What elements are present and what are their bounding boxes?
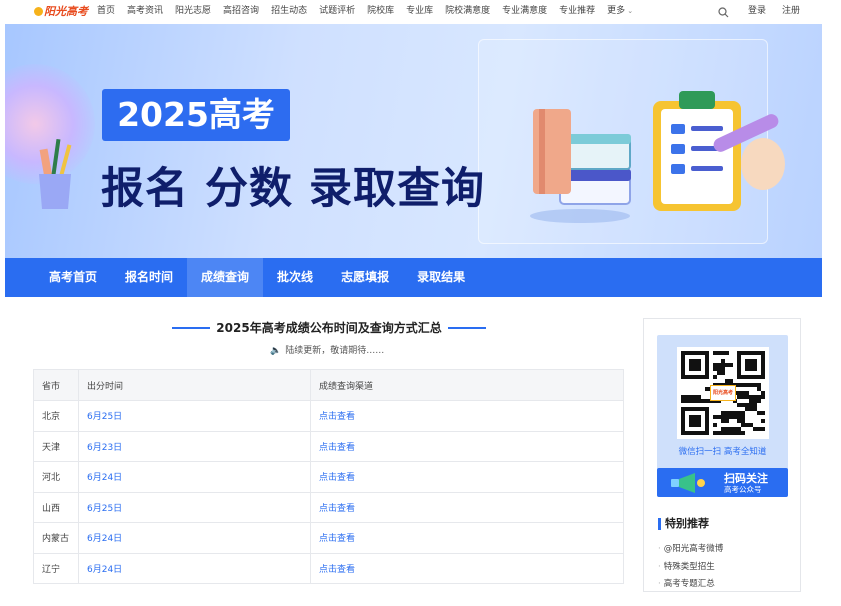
sidebar: 阳光高考 微信扫一扫 高考全知道 扫码关注 高考公众号 特别推荐 · @阳光高考微…	[643, 318, 801, 592]
sub-navigation: 高考首页 报名时间 成绩查询 批次线 志愿填报 录取结果	[5, 258, 822, 297]
year-label: 2025高考	[102, 89, 290, 141]
recommend-item[interactable]: · @阳光高考微博	[658, 541, 723, 559]
tab-admission-result[interactable]: 录取结果	[403, 258, 479, 297]
nav-item-admission-news[interactable]: 招生动态	[271, 3, 307, 16]
recommend-item[interactable]: · 特殊类型招生	[658, 559, 723, 577]
view-link[interactable]: 点击查看	[310, 522, 624, 554]
speaker-icon: 🔈	[270, 346, 282, 356]
tab-gaokao-home[interactable]: 高考首页	[35, 258, 111, 297]
table-row: 内蒙古 6月24日 点击查看	[33, 522, 624, 554]
top-navigation: 阳光高考 首页 高考资讯 阳光志愿 高招咨询 招生动态 试题评析 院校库 专业库…	[0, 0, 841, 22]
nav-item-news[interactable]: 高考资讯	[127, 3, 163, 16]
bullet-icon: ·	[658, 544, 661, 554]
table-row: 山西 6月25日 点击查看	[33, 491, 624, 523]
date-cell[interactable]: 6月24日	[78, 522, 311, 554]
chevron-down-icon: ⌄	[627, 7, 634, 15]
recommend-item-label: @阳光高考微博	[663, 544, 724, 554]
nav-item-major-satisfaction[interactable]: 专业满意度	[502, 3, 547, 16]
nav-item-major-db[interactable]: 专业库	[406, 3, 433, 16]
tab-registration-time[interactable]: 报名时间	[111, 258, 187, 297]
section-title: 2025年高考成绩公布时间及查询方式汇总	[165, 319, 493, 336]
register-link[interactable]: 注册	[782, 3, 800, 16]
nav-item-exam-review[interactable]: 试题评析	[319, 3, 355, 16]
qr-logo: 阳光高考	[710, 385, 736, 401]
province-cell: 辽宁	[33, 552, 79, 584]
logo-text: 阳光高考	[44, 5, 88, 18]
province-cell: 北京	[33, 400, 79, 432]
date-cell[interactable]: 6月24日	[78, 552, 311, 584]
qr-card: 阳光高考 微信扫一扫 高考全知道 扫码关注 高考公众号	[657, 335, 788, 497]
table-row: 河北 6月24日 点击查看	[33, 461, 624, 493]
view-link[interactable]: 点击查看	[310, 552, 624, 584]
province-cell: 天津	[33, 430, 79, 462]
search-icon[interactable]	[718, 3, 729, 22]
main-menu: 首页 高考资讯 阳光志愿 高招咨询 招生动态 试题评析 院校库 专业库 院校满意…	[97, 3, 633, 16]
follow-subtitle: 高考公众号	[724, 485, 762, 494]
table-row: 北京 6月25日 点击查看	[33, 400, 624, 432]
sun-icon	[34, 7, 43, 16]
score-release-table: 省市 出分时间 成绩查询渠道 北京 6月25日 点击查看 天津 6月23日 点击…	[33, 369, 624, 584]
site-logo[interactable]: 阳光高考	[34, 3, 88, 19]
view-link[interactable]: 点击查看	[310, 461, 624, 493]
recommend-item-label: 高考专题汇总	[663, 579, 715, 589]
bullet-icon: ·	[658, 561, 661, 572]
tab-score-query[interactable]: 成绩查询	[187, 258, 264, 297]
login-link[interactable]: 登录	[748, 3, 766, 16]
title-divider-left	[172, 327, 211, 329]
column-header-release-time: 出分时间	[78, 369, 311, 401]
update-note: 🔈 陆续更新，敬请期待……	[270, 343, 384, 356]
table-header-row: 省市 出分时间 成绩查询渠道	[33, 369, 624, 401]
column-header-query-channel: 成绩查询渠道	[310, 369, 624, 401]
view-link[interactable]: 点击查看	[310, 400, 624, 432]
date-cell[interactable]: 6月25日	[78, 491, 311, 523]
province-cell: 山西	[33, 491, 79, 523]
hero-banner: 2025高考 报名 分数 录取查询	[5, 24, 822, 258]
date-cell[interactable]: 6月23日	[78, 430, 311, 462]
clipboard-illustration	[653, 91, 785, 211]
nav-item-consult[interactable]: 高招咨询	[223, 3, 259, 16]
province-cell: 河北	[33, 461, 79, 493]
megaphone-icon	[671, 473, 705, 493]
more-label: 更多	[607, 6, 626, 16]
recommend-title: 特别推荐	[658, 518, 709, 530]
nav-item-more[interactable]: 更多 ⌄	[607, 3, 633, 16]
table-row: 辽宁 6月24日 点击查看	[33, 552, 624, 584]
nav-item-volunteer[interactable]: 阳光志愿	[175, 3, 211, 16]
title-divider-right	[447, 327, 486, 329]
nav-item-major-recommend[interactable]: 专业推荐	[559, 3, 595, 16]
books-illustration	[530, 109, 631, 223]
recommend-list: · @阳光高考微博 · 特殊类型招生 · 高考专题汇总	[658, 541, 723, 594]
nav-item-university-db[interactable]: 院校库	[367, 3, 394, 16]
qr-code[interactable]: 阳光高考	[677, 347, 769, 439]
pencil-cup-illustration	[39, 138, 72, 209]
view-link[interactable]: 点击查看	[310, 491, 624, 523]
banner-headline: 报名 分数 录取查询	[101, 164, 485, 214]
province-cell: 内蒙古	[33, 522, 79, 554]
date-cell[interactable]: 6月24日	[78, 461, 311, 493]
recommend-item[interactable]: · 高考专题汇总	[658, 576, 723, 594]
date-cell[interactable]: 6月25日	[78, 400, 311, 432]
update-note-text: 陆续更新，敬请期待……	[285, 346, 385, 356]
follow-banner[interactable]: 扫码关注 高考公众号	[657, 468, 788, 497]
tab-application[interactable]: 志愿填报	[327, 258, 403, 297]
view-link[interactable]: 点击查看	[310, 430, 624, 462]
qr-caption: 微信扫一扫 高考全知道	[678, 447, 767, 457]
nav-item-university-satisfaction[interactable]: 院校满意度	[445, 3, 490, 16]
table-row: 天津 6月23日 点击查看	[33, 430, 624, 462]
section-title-text: 2025年高考成绩公布时间及查询方式汇总	[216, 321, 442, 335]
nav-item-home[interactable]: 首页	[97, 3, 115, 16]
column-header-province: 省市	[33, 369, 79, 401]
recommend-item-label: 特殊类型招生	[663, 561, 715, 572]
tab-batch-line[interactable]: 批次线	[263, 258, 327, 297]
bullet-icon: ·	[658, 579, 661, 589]
